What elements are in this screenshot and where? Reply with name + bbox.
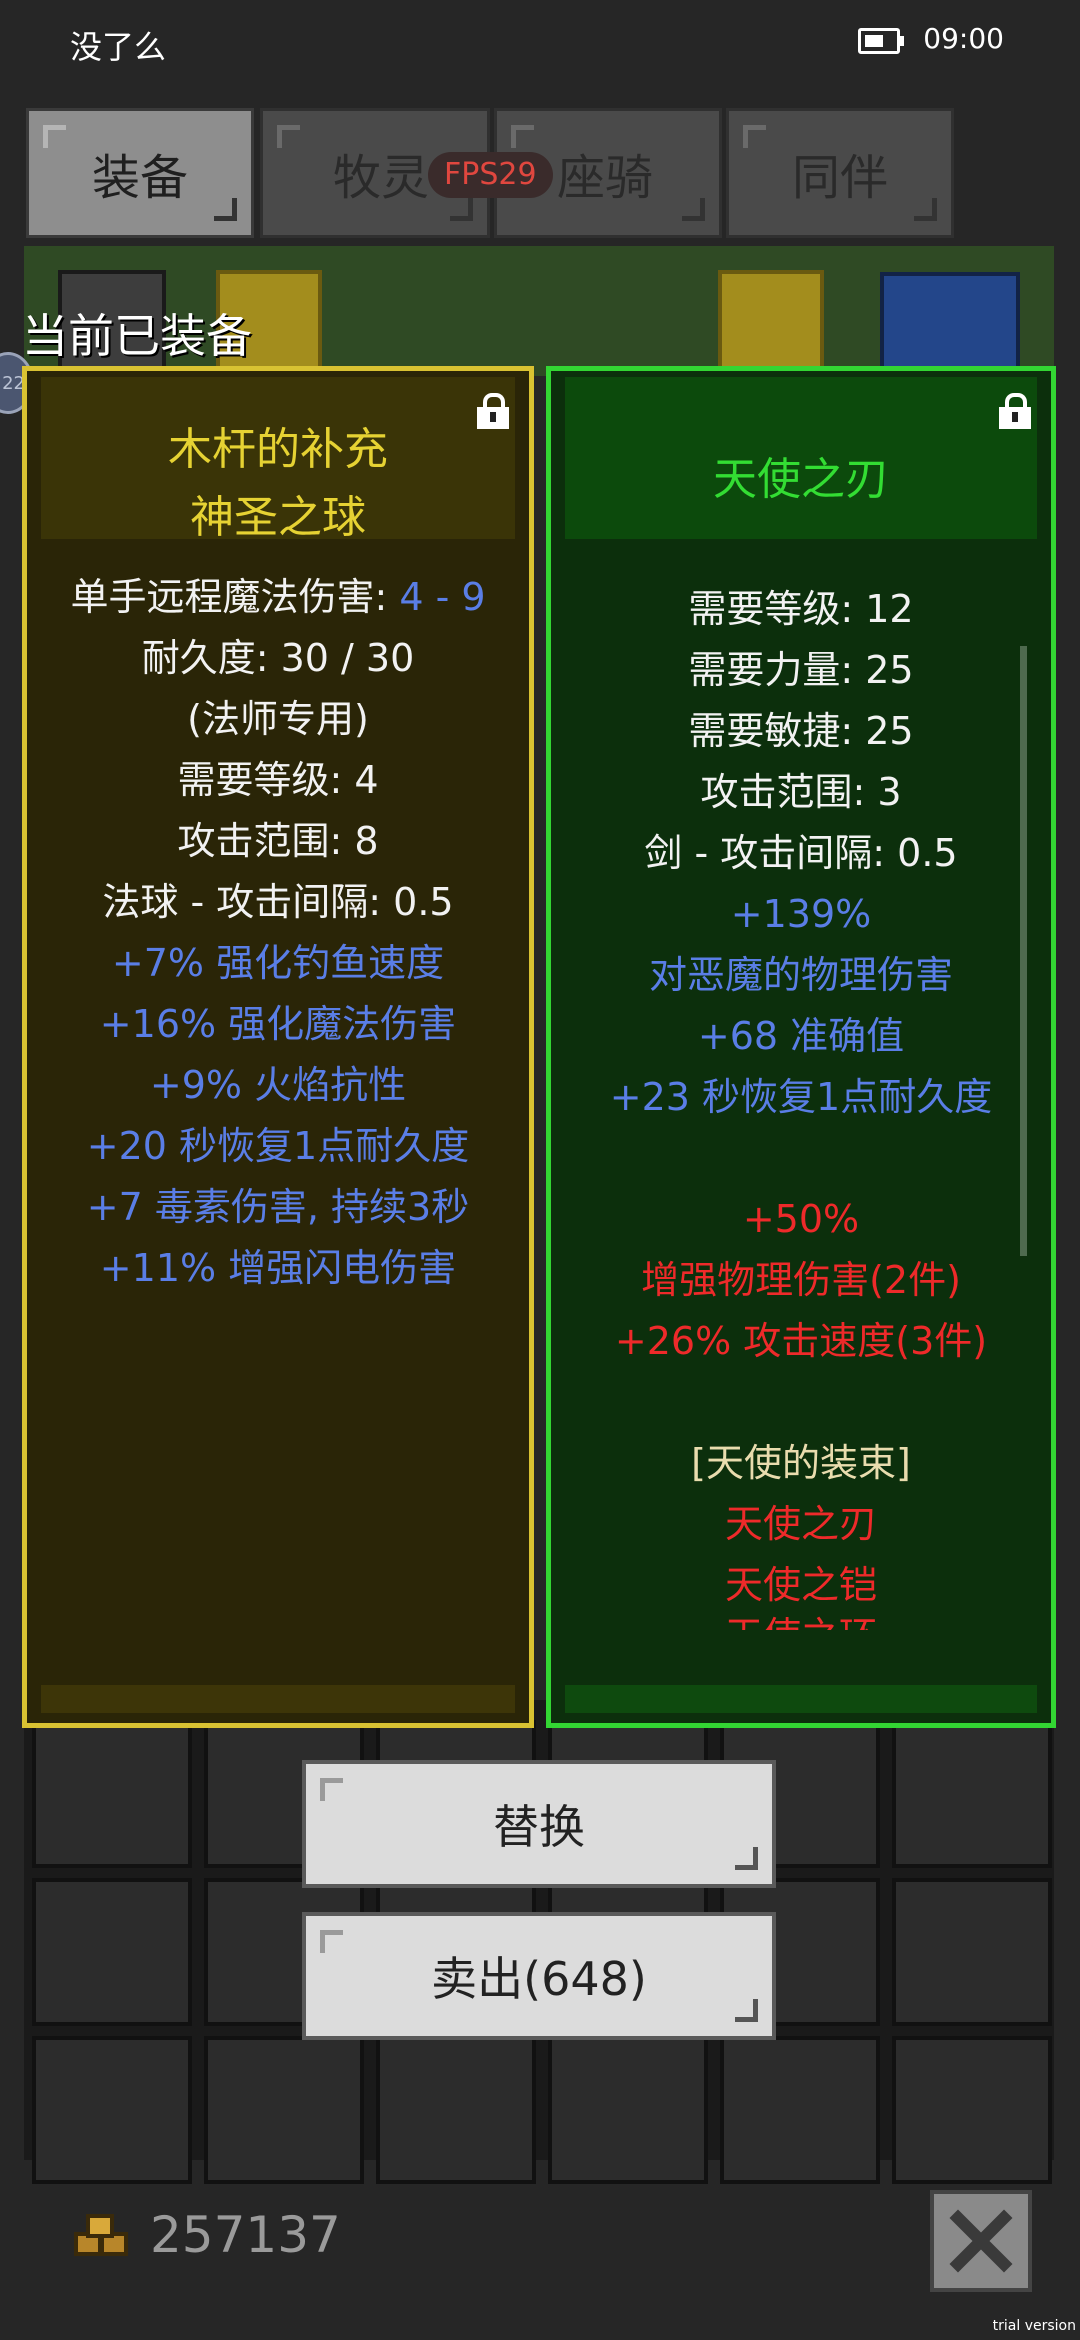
equipped-label: 当前已装备: [22, 309, 252, 363]
inventory-slot[interactable]: [32, 2036, 192, 2184]
stat-line: 对恶魔的物理伤害: [648, 953, 953, 997]
fps-badge: FPS29: [428, 152, 553, 198]
inventory-slot[interactable]: [892, 1720, 1052, 1868]
clock: 09:00: [923, 22, 1004, 55]
tab-companion[interactable]: 同伴: [726, 108, 954, 238]
stat-line: 攻击范围: 3: [700, 770, 902, 814]
inventory-slot[interactable]: [32, 1720, 192, 1868]
sell-button[interactable]: 卖出(648): [302, 1912, 776, 2040]
inventory-slot[interactable]: [720, 2036, 880, 2184]
stat-line: +7 毒素伤害, 持续3秒: [86, 1185, 470, 1229]
stat-line: (法师专用): [187, 697, 369, 741]
item-name: 木杆的补充: [168, 424, 388, 475]
item-panel-compare: 天使之刃 耐久度: 17 / 32 需要等级: 12 需要力量: 25 需要敏捷…: [546, 366, 1056, 1728]
button-label: 卖出(648): [431, 1952, 647, 2006]
item-name: 神圣之球: [190, 492, 366, 543]
status-bar: 没了么 09:00: [0, 0, 1080, 90]
stat-line: +16% 强化魔法伤害: [99, 1002, 457, 1046]
scrollbar[interactable]: [1020, 646, 1027, 1256]
stat-line-blank: [551, 1372, 1051, 1433]
stat-line-cut-top: 耐久度: 17 / 32: [551, 566, 1051, 576]
status-text: 没了么: [70, 28, 167, 66]
equipment-slot[interactable]: [718, 270, 824, 370]
set-name: [天使的装束]: [691, 1441, 911, 1485]
stat-line: 剑 - 攻击间隔: 0.5: [644, 831, 958, 875]
inventory-slot[interactable]: [32, 1878, 192, 2026]
close-button[interactable]: [930, 2190, 1032, 2292]
stat-line: +20 秒恢复1点耐久度: [86, 1124, 470, 1168]
stat-line-cut-bottom: 天使之环: [551, 1616, 1051, 1630]
item-stats: 需要等级: 12 需要力量: 25 需要敏捷: 25 攻击范围: 3 剑 - 攻…: [551, 579, 1051, 1616]
inventory-slot[interactable]: [204, 2036, 364, 2184]
stat-line: 需要等级: 12: [688, 587, 914, 631]
stat-line: 攻击范围: 8: [177, 819, 379, 863]
stat-line-blank: [551, 1128, 1051, 1189]
item-stats: 单手远程魔法伤害: 4 - 9 耐久度: 30 / 30 (法师专用) 需要等级…: [27, 567, 529, 1299]
lock-icon[interactable]: [999, 393, 1031, 429]
stat-line: 需要力量: 25: [688, 648, 914, 692]
inventory-slot[interactable]: [892, 2036, 1052, 2184]
replace-button[interactable]: 替换: [302, 1760, 776, 1888]
stat-line: +50%: [742, 1197, 860, 1241]
tab-label: 装备: [91, 150, 188, 206]
stat-line: 需要敏捷: 25: [688, 709, 914, 753]
tab-label: 座骑: [556, 150, 653, 206]
inventory-slot[interactable]: [548, 2036, 708, 2184]
item-panel-current: 木杆的补充 神圣之球 单手远程魔法伤害: 4 - 9 耐久度: 30 / 30 …: [22, 366, 534, 1728]
watermark: trial version: [992, 2318, 1076, 2334]
panel-footer: [565, 1685, 1037, 1713]
tab-label: 同伴: [791, 150, 888, 206]
inventory-slot[interactable]: [892, 1878, 1052, 2026]
gold-coins-icon: [74, 2214, 128, 2256]
stat-line: +9% 火焰抗性: [149, 1063, 407, 1107]
tab-equipment[interactable]: 装备: [26, 108, 254, 238]
item-name: 天使之刃: [713, 454, 889, 505]
set-item: 天使之刃: [724, 1502, 877, 1546]
stat-line: +68 准确值: [697, 1014, 905, 1058]
battery-icon: [858, 28, 904, 54]
stat-line: +23 秒恢复1点耐久度: [609, 1075, 993, 1119]
stat-line: 法球 - 攻击间隔: 0.5: [102, 880, 454, 924]
set-item: 天使之铠: [724, 1563, 877, 1607]
stat-line: +7% 强化钓鱼速度: [111, 941, 445, 985]
close-icon: [949, 2209, 1013, 2273]
equipment-slot[interactable]: [880, 272, 1020, 372]
stat-line: 耐久度: 30 / 30: [141, 636, 415, 680]
stat-line: +139%: [730, 892, 872, 936]
button-label: 替换: [493, 1800, 585, 1854]
stat-line: +11% 增强闪电伤害: [99, 1246, 457, 1290]
stat-line: 单手远程魔法伤害: 4 - 9: [70, 575, 486, 619]
inventory-slot[interactable]: [376, 2036, 536, 2184]
stat-line: 需要等级: 4: [177, 758, 379, 802]
panel-footer: [41, 1685, 515, 1713]
gold-amount: 257137: [150, 2206, 341, 2264]
stat-line: +26% 攻击速度(3件): [614, 1319, 988, 1363]
stat-line: 增强物理伤害(2件): [641, 1258, 961, 1302]
tab-label: 牧灵: [333, 150, 430, 206]
